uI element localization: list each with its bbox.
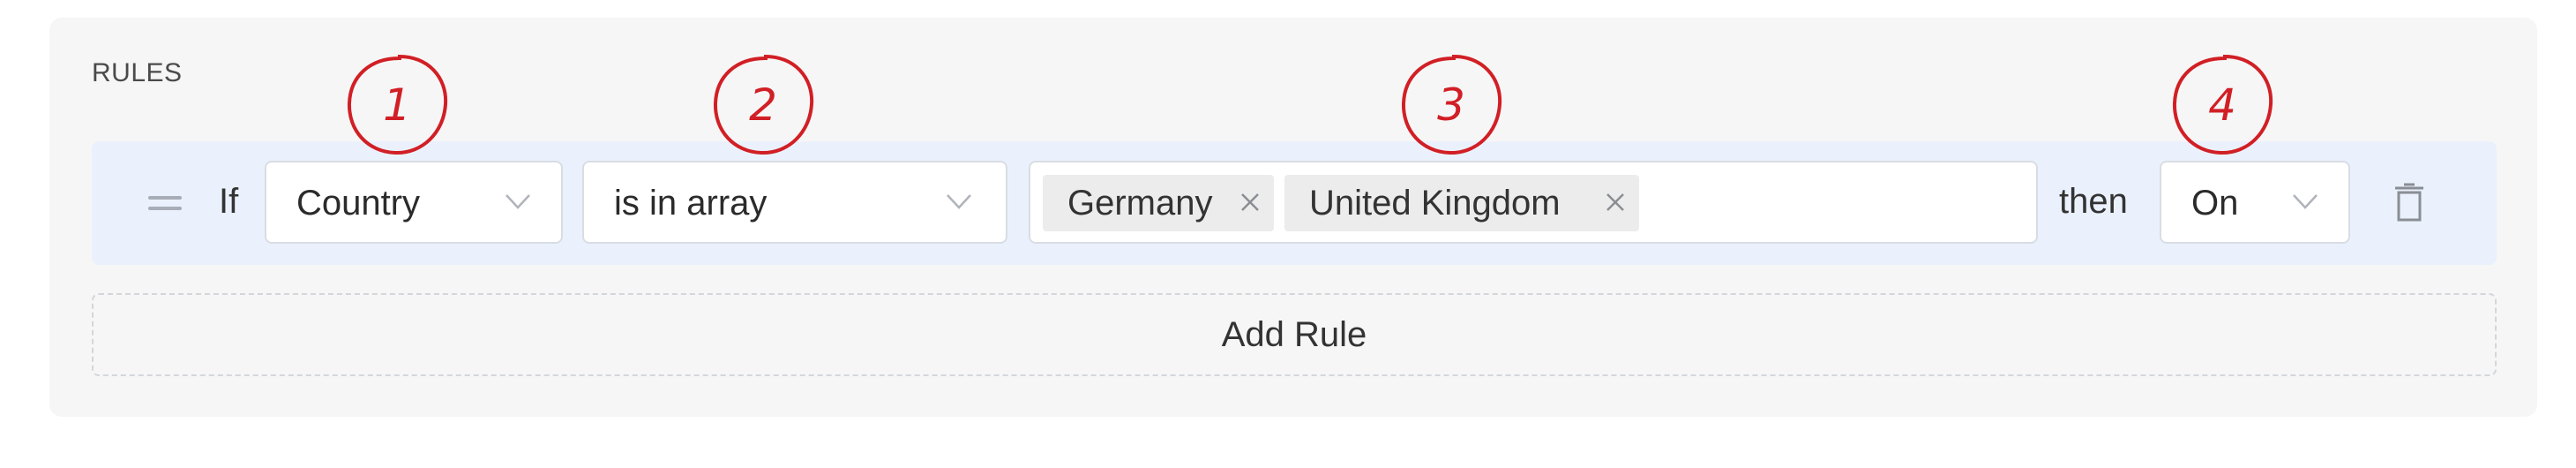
rules-section-title: RULES [92, 58, 183, 87]
callout-marker: 1 [340, 48, 454, 162]
callout-marker-number: 4 [2208, 79, 2236, 131]
close-icon[interactable] [1239, 191, 1262, 214]
close-icon[interactable] [1604, 191, 1627, 214]
if-label: If [219, 182, 239, 221]
result-select-value: On [2191, 184, 2239, 223]
callout-marker-number: 1 [383, 79, 411, 131]
callout-marker-number: 2 [749, 79, 777, 131]
value-tag-label: United Kingdom [1309, 183, 1561, 223]
callout-marker: 3 [1394, 48, 1509, 162]
value-tag: United Kingdom [1284, 175, 1639, 231]
callout-marker: 2 [706, 48, 820, 162]
trash-icon[interactable] [2393, 182, 2426, 223]
callout-marker-number: 3 [1437, 79, 1465, 131]
callout-marker: 4 [2165, 48, 2280, 162]
field-select-value: Country [296, 184, 421, 223]
value-tag-label: Germany [1067, 183, 1213, 223]
chevron-down-icon [2293, 194, 2318, 209]
operator-select-value: is in array [614, 184, 768, 223]
field-select[interactable]: Country [265, 161, 563, 244]
chevron-down-icon [947, 194, 971, 209]
chevron-down-icon [505, 194, 530, 209]
operator-select[interactable]: is in array [582, 161, 1007, 244]
drag-handle-icon[interactable] [148, 192, 182, 214]
then-label: then [2059, 182, 2128, 221]
value-tag: Germany [1043, 175, 1274, 231]
result-select[interactable]: On [2160, 161, 2350, 244]
values-tag-input[interactable]: Germany United Kingdom [1029, 161, 2038, 244]
add-rule-button[interactable]: Add Rule [92, 293, 2497, 376]
